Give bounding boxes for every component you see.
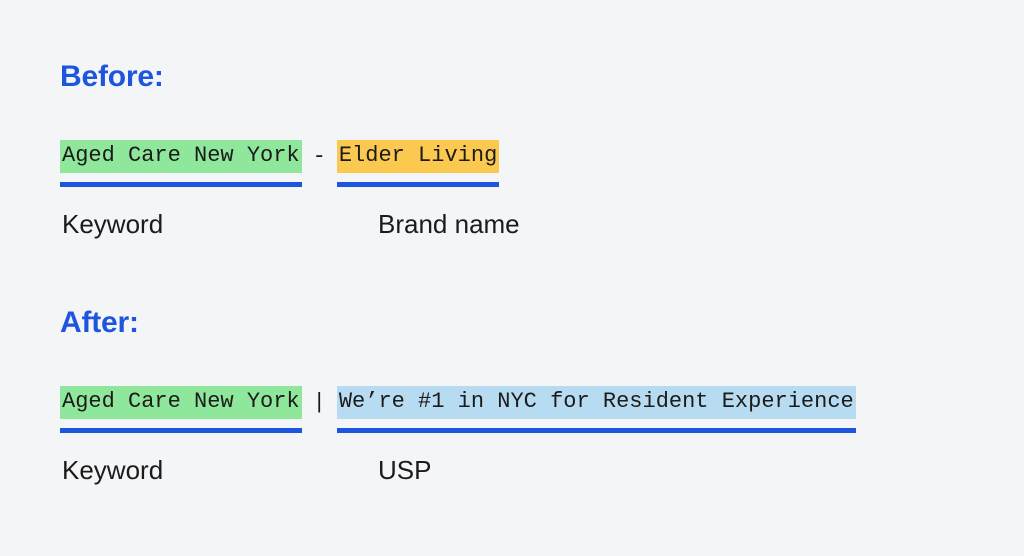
before-keyword-chip: Aged Care New York <box>60 140 302 187</box>
before-brand-underline <box>336 182 500 187</box>
after-separator: | <box>312 390 326 415</box>
after-keyword-text: Aged Care New York <box>60 386 302 419</box>
before-separator: - <box>312 144 326 169</box>
section-before-heading: Before: <box>60 60 164 93</box>
before-keyword-caption: Keyword <box>62 209 164 239</box>
after-usp-underline <box>336 428 856 433</box>
before-brand-text: Elder Living <box>336 140 500 173</box>
before-brand-caption: Brand name <box>378 209 520 239</box>
before-snippet-row: Aged Care New York - Elder Living <box>60 140 500 187</box>
before-keyword-text: Aged Care New York <box>60 140 302 173</box>
after-keyword-caption: Keyword <box>62 455 164 485</box>
after-snippet-row: Aged Care New York | We’re #1 in NYC for… <box>60 386 856 433</box>
section-after: After: Aged Care New York | We’re #1 in … <box>60 308 856 487</box>
before-brand-chip: Elder Living <box>336 140 500 187</box>
before-caption-row: Keyword Brand name <box>60 207 520 241</box>
before-keyword-underline <box>60 182 302 187</box>
after-usp-text: We’re #1 in NYC for Resident Experience <box>336 386 856 419</box>
slide-canvas: Before: Aged Care New York - Elder Livin… <box>0 0 1024 556</box>
after-usp-chip: We’re #1 in NYC for Resident Experience <box>336 386 856 433</box>
after-keyword-chip: Aged Care New York <box>60 386 302 433</box>
after-usp-caption: USP <box>378 455 432 485</box>
after-caption-row: Keyword USP <box>60 453 856 487</box>
after-keyword-underline <box>60 428 302 433</box>
section-before: Before: Aged Care New York - Elder Livin… <box>60 60 520 241</box>
section-after-heading: After: <box>60 306 139 339</box>
